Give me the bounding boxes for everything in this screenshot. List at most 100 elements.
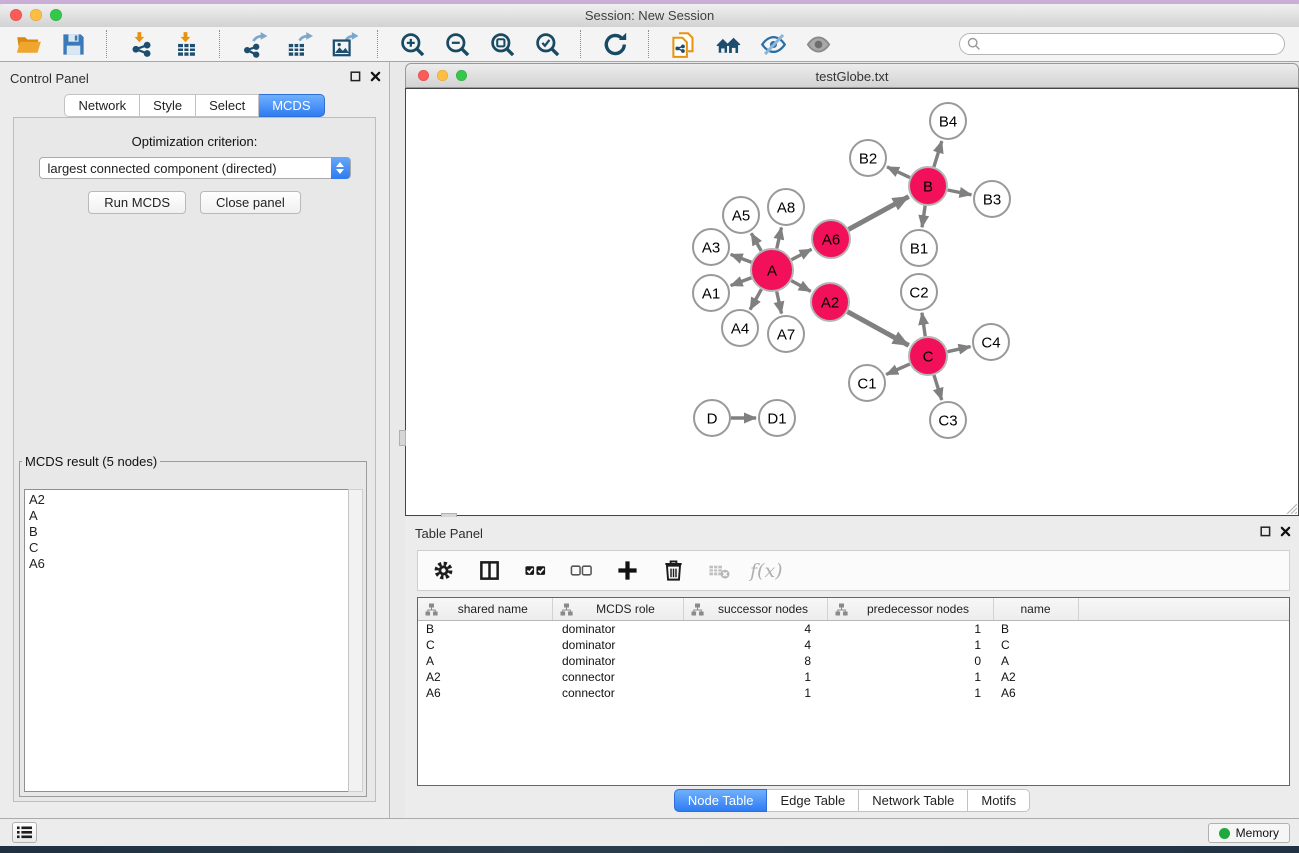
zoom-in-icon[interactable]: [394, 28, 430, 60]
import-network-icon[interactable]: [123, 28, 159, 60]
edge-A-A4[interactable]: [750, 289, 761, 309]
edge-B-B3[interactable]: [948, 190, 972, 195]
edge-A2-C[interactable]: [848, 312, 909, 346]
edge-C-C3[interactable]: [934, 375, 942, 400]
result-list-item[interactable]: A2: [29, 492, 349, 508]
open-session-icon[interactable]: [10, 28, 46, 60]
add-column-icon[interactable]: [612, 556, 642, 586]
duplicate-network-icon[interactable]: [665, 28, 701, 60]
tab-mcds[interactable]: MCDS: [259, 94, 324, 117]
select-all-checkbox-icon[interactable]: [520, 556, 550, 586]
close-panel-icon[interactable]: [1280, 526, 1291, 537]
table-tab-node-table[interactable]: Node Table: [674, 789, 768, 812]
node-B4[interactable]: B4: [930, 103, 966, 139]
column-layout-icon[interactable]: [474, 556, 504, 586]
table-tab-edge-table[interactable]: Edge Table: [767, 789, 859, 812]
node-A6[interactable]: A6: [812, 220, 850, 258]
delete-column-icon[interactable]: [658, 556, 688, 586]
edge-A-A8[interactable]: [777, 227, 782, 248]
node-C4[interactable]: C4: [973, 324, 1009, 360]
resize-grip-icon[interactable]: [1285, 502, 1297, 514]
table-row[interactable]: A2connector11A2: [418, 669, 1289, 685]
table-row[interactable]: Cdominator41C: [418, 637, 1289, 653]
table-tab-motifs[interactable]: Motifs: [968, 789, 1030, 812]
table-row[interactable]: A6connector11A6: [418, 685, 1289, 701]
tab-select[interactable]: Select: [196, 94, 259, 117]
edge-C-C4[interactable]: [948, 347, 971, 352]
node-A2[interactable]: A2: [811, 283, 849, 321]
node-A7[interactable]: A7: [768, 316, 804, 352]
export-table-icon[interactable]: [281, 28, 317, 60]
zoom-out-icon[interactable]: [439, 28, 475, 60]
settings-gear-icon[interactable]: [428, 556, 458, 586]
edge-A-A2[interactable]: [791, 281, 810, 292]
node-A1[interactable]: A1: [693, 275, 729, 311]
export-image-icon[interactable]: [326, 28, 362, 60]
edge-C-C2[interactable]: [922, 313, 925, 336]
node-B3[interactable]: B3: [974, 181, 1010, 217]
node-C1[interactable]: C1: [849, 365, 885, 401]
edge-B-B4[interactable]: [934, 141, 942, 167]
column-header-predecessor-nodes[interactable]: predecessor nodes: [827, 598, 993, 621]
run-mcds-button[interactable]: Run MCDS: [88, 191, 186, 214]
result-scrollbar[interactable]: [348, 489, 363, 792]
result-list-item[interactable]: A6: [29, 556, 349, 572]
delete-table-icon[interactable]: [704, 556, 734, 586]
float-panel-icon[interactable]: [350, 71, 361, 82]
close-panel-icon[interactable]: [370, 71, 381, 82]
home-view-icon[interactable]: [710, 28, 746, 60]
deselect-all-checkbox-icon[interactable]: [566, 556, 596, 586]
result-list-item[interactable]: B: [29, 524, 349, 540]
edge-A-A6[interactable]: [791, 249, 811, 260]
node-D[interactable]: D: [694, 400, 730, 436]
edge-B-B2[interactable]: [887, 167, 910, 178]
search-input[interactable]: [959, 33, 1285, 55]
node-A[interactable]: A: [751, 249, 793, 291]
table-row[interactable]: Adominator80A: [418, 653, 1289, 669]
result-list-item[interactable]: C: [29, 540, 349, 556]
node-C3[interactable]: C3: [930, 402, 966, 438]
save-session-icon[interactable]: [55, 28, 91, 60]
refresh-icon[interactable]: [597, 28, 633, 60]
node-C[interactable]: C: [909, 337, 947, 375]
node-B1[interactable]: B1: [901, 230, 937, 266]
edge-A-A1[interactable]: [731, 278, 752, 286]
column-header-shared-name[interactable]: shared name: [418, 598, 552, 621]
task-history-button[interactable]: [12, 822, 37, 843]
zoom-fit-icon[interactable]: [484, 28, 520, 60]
node-A8[interactable]: A8: [768, 189, 804, 225]
vertical-splitter-handle[interactable]: [399, 430, 406, 446]
table-row[interactable]: Bdominator41B: [418, 621, 1289, 638]
node-C2[interactable]: C2: [901, 274, 937, 310]
node-D1[interactable]: D1: [759, 400, 795, 436]
edge-A-A7[interactable]: [777, 291, 782, 313]
node-A3[interactable]: A3: [693, 229, 729, 265]
node-B2[interactable]: B2: [850, 140, 886, 176]
node-A4[interactable]: A4: [722, 310, 758, 346]
edge-B-B1[interactable]: [922, 206, 925, 227]
edge-A-A3[interactable]: [731, 254, 752, 262]
hide-selected-icon[interactable]: [755, 28, 791, 60]
node-B[interactable]: B: [909, 167, 947, 205]
zoom-selected-icon[interactable]: [529, 28, 565, 60]
import-table-icon[interactable]: [168, 28, 204, 60]
memory-button[interactable]: Memory: [1208, 823, 1290, 843]
edge-A-A5[interactable]: [751, 233, 761, 251]
column-header-MCDS-role[interactable]: MCDS role: [552, 598, 683, 621]
tab-network[interactable]: Network: [64, 94, 140, 117]
node-A5[interactable]: A5: [723, 197, 759, 233]
edge-A6-B[interactable]: [849, 197, 909, 230]
show-all-icon[interactable]: [800, 28, 836, 60]
export-network-icon[interactable]: [236, 28, 272, 60]
tab-style[interactable]: Style: [140, 94, 196, 117]
close-panel-button[interactable]: Close panel: [200, 191, 301, 214]
float-panel-icon[interactable]: [1260, 526, 1271, 537]
table-tab-network-table[interactable]: Network Table: [859, 789, 968, 812]
result-list-item[interactable]: A: [29, 508, 349, 524]
edge-C-C1[interactable]: [886, 364, 910, 374]
function-builder-icon[interactable]: f(x): [750, 560, 783, 582]
criterion-select[interactable]: largest connected component (directed): [39, 157, 351, 179]
column-header-name[interactable]: name: [993, 598, 1078, 621]
network-canvas[interactable]: B4 B2 B B3 A8A5 A6 A3 B1 A A1 C2 A2 A4 A7 C4 C C1 D D1 C3: [405, 88, 1299, 516]
column-header-successor-nodes[interactable]: successor nodes: [683, 598, 827, 621]
